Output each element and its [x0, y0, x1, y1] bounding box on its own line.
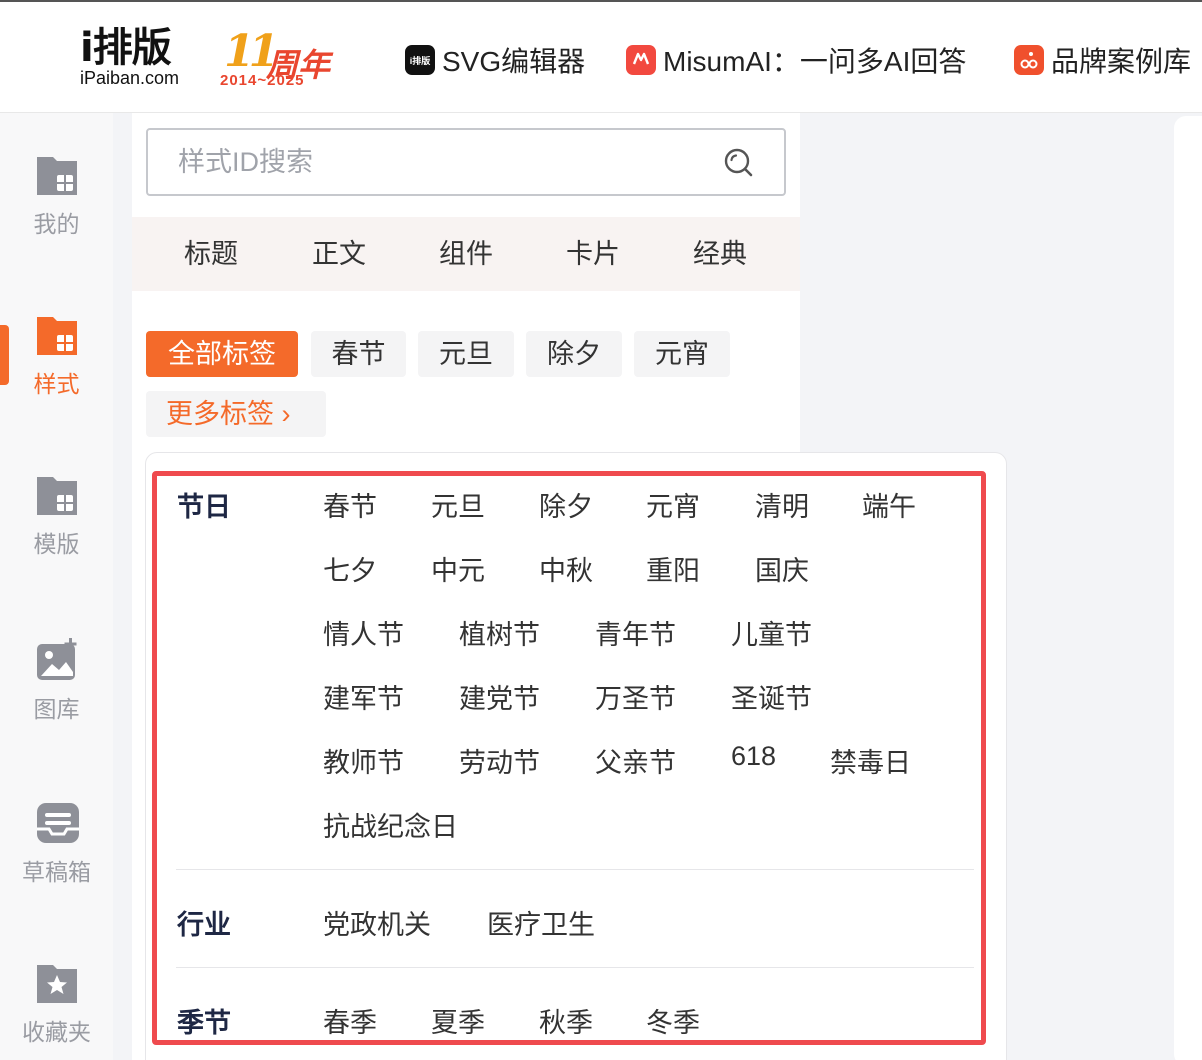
nav-label-drafts: 草稿箱	[22, 859, 91, 885]
ipaiban-logo[interactable]: i排版 iPaiban.com	[80, 28, 179, 88]
tab-classic[interactable]: 经典	[693, 217, 747, 291]
tab-body[interactable]: 正文	[312, 217, 366, 291]
misumai-icon	[626, 45, 656, 75]
chip-lantern-festival[interactable]: 元宵	[634, 331, 730, 377]
folder-icon	[35, 153, 79, 197]
logo-main-text: i排版	[80, 25, 172, 71]
nav-item-gallery[interactable]: 图库	[0, 638, 113, 724]
nav-item-drafts[interactable]: 草稿箱	[0, 801, 113, 887]
svg-editor-link[interactable]: i排版 SVG编辑器	[405, 42, 585, 78]
nav-label-template: 模版	[33, 531, 80, 557]
nav-label-style: 样式	[33, 371, 80, 397]
search-input[interactable]	[178, 147, 698, 178]
image-add-icon	[35, 638, 79, 682]
misumai-label: MisumAI：一问多AI回答	[663, 46, 967, 77]
nav-item-favorites[interactable]: 收藏夹	[0, 961, 113, 1047]
nav-label-favorites: 收藏夹	[22, 1019, 91, 1045]
highlight-frame	[152, 471, 986, 1045]
chip-new-years-eve[interactable]: 除夕	[526, 331, 622, 377]
brand-case-link[interactable]: 品牌案例库	[1014, 42, 1191, 78]
left-nav: 我的 样式 模版 图库 草稿箱 收藏夹	[0, 113, 113, 1060]
nav-label-mine: 我的	[33, 211, 80, 237]
tab-card[interactable]: 卡片	[566, 217, 620, 291]
nav-item-template[interactable]: 模版	[0, 473, 113, 559]
svg-editor-label: SVG编辑器	[442, 46, 586, 77]
style-folder-icon	[35, 313, 79, 357]
more-tags-button[interactable]: 更多标签 ›	[146, 391, 326, 437]
search-box	[146, 128, 786, 196]
chip-new-year[interactable]: 元旦	[418, 331, 514, 377]
top-bar: i排版 iPaiban.com 11 周年 2014~2025 i排版 SVG编…	[0, 0, 1202, 113]
style-tabs: 标题 正文 组件 卡片 经典	[132, 217, 800, 291]
chip-spring-festival[interactable]: 春节	[311, 331, 406, 377]
nav-item-style[interactable]: 样式	[0, 313, 113, 399]
brand-case-label: 品牌案例库	[1051, 46, 1192, 77]
logo-sub-text: iPaiban.com	[80, 68, 180, 88]
misumai-link[interactable]: MisumAI：一问多AI回答	[626, 42, 966, 78]
anniversary-years: 2014~2025	[220, 72, 305, 89]
chip-all-tags[interactable]: 全部标签	[146, 331, 298, 377]
tab-component[interactable]: 组件	[439, 217, 493, 291]
svg-editor-icon-text: i排版	[409, 55, 431, 66]
nav-label-gallery: 图库	[33, 696, 80, 722]
template-folder-icon	[35, 473, 79, 517]
search-icon[interactable]	[724, 148, 754, 178]
right-edge-card	[1174, 116, 1202, 1060]
draft-box-icon	[35, 801, 79, 845]
nav-item-mine[interactable]: 我的	[0, 153, 113, 239]
tab-title[interactable]: 标题	[184, 217, 238, 291]
svg-editor-icon: i排版	[405, 45, 435, 75]
anniversary-badge: 11 周年 2014~2025	[220, 26, 335, 92]
favorite-folder-icon	[35, 961, 79, 1005]
brand-case-icon	[1014, 45, 1044, 75]
